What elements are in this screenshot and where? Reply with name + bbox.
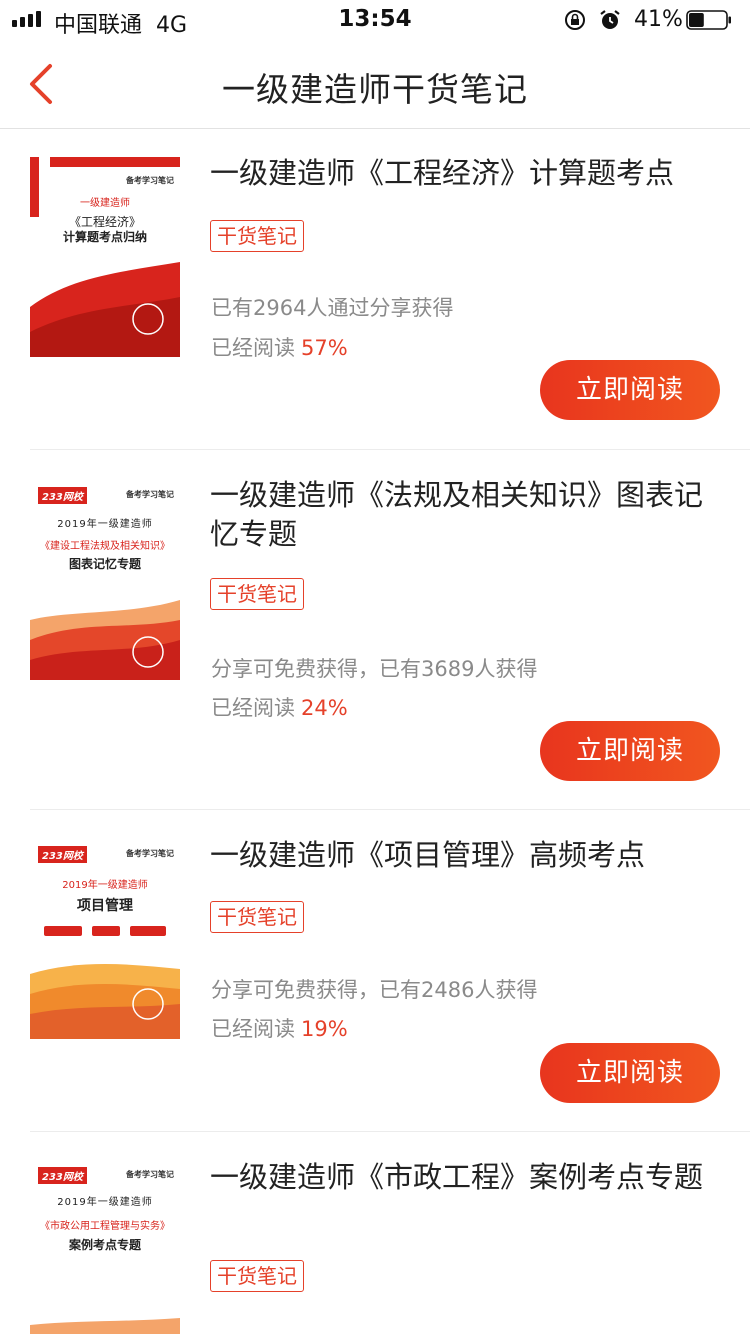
alarm-icon — [600, 10, 620, 29]
cover-brand: 233网校 — [38, 487, 87, 504]
read-now-button[interactable]: 立即阅读 — [540, 721, 720, 781]
cover-line2: 项目管理 — [77, 898, 133, 914]
read-percent: 57% — [301, 336, 348, 360]
share-info: 已有2964人通过分享获得 — [211, 296, 454, 320]
cover-image[interactable]: 233网校 备考学习笔记 2019年一级建造师 《市政公用工程管理与实务》 案例… — [30, 1160, 180, 1334]
cover-note: 备考学习笔记 — [126, 490, 174, 499]
read-label: 已经阅读 — [211, 336, 295, 360]
cover-line1: 一级建造师 — [80, 198, 130, 209]
cover-line2: 《工程经济》 — [68, 215, 141, 229]
read-now-button[interactable]: 立即阅读 — [540, 1043, 720, 1103]
item-title[interactable]: 一级建造师《市政工程》案例考点专题 — [210, 1158, 720, 1197]
item-title[interactable]: 一级建造师《法规及相关知识》图表记忆专题 — [210, 476, 720, 554]
item-tag: 干货笔记 — [210, 578, 304, 610]
read-percent: 19% — [301, 1017, 348, 1041]
cover-line2: 《市政公用工程管理与实务》 — [40, 1221, 170, 1232]
nav-bar: 一级建造师干货笔记 — [0, 40, 750, 129]
cover-image[interactable]: 233网校 备考学习笔记 2019年一级建造师 项目管理 — [30, 839, 180, 1039]
item-tag: 干货笔记 — [210, 901, 304, 933]
read-now-button[interactable]: 立即阅读 — [540, 360, 720, 420]
cover-brand: 233网校 — [38, 1167, 87, 1184]
cover-note: 备考学习笔记 — [126, 1170, 174, 1179]
read-progress: 已经阅读 57% — [211, 332, 348, 362]
list-item: 233网校 备考学习笔记 2019年一级建造师 项目管理 一级建造师《项目管理》… — [0, 810, 750, 1132]
share-info: 分享可免费获得，已有3689人获得 — [211, 657, 538, 681]
list-item: 备考学习笔记 一级建造师 《工程经济》 计算题考点归纳 一级建造师《工程经济》计… — [0, 129, 750, 450]
battery-percent: 41% — [634, 7, 683, 32]
read-progress: 已经阅读 19% — [211, 1013, 348, 1043]
cover-note: 备考学习笔记 — [126, 176, 174, 185]
cover-note: 备考学习笔记 — [126, 849, 174, 858]
read-label: 已经阅读 — [211, 696, 295, 720]
cover-artwork — [30, 480, 180, 680]
item-title[interactable]: 一级建造师《项目管理》高频考点 — [210, 836, 720, 875]
cover-image[interactable]: 233网校 备考学习笔记 2019年一级建造师 《建设工程法规及相关知识》 图表… — [30, 480, 180, 680]
cover-artwork — [30, 157, 180, 357]
cover-line1: 2019年一级建造师 — [57, 1197, 153, 1208]
page-title: 一级建造师干货笔记 — [222, 70, 528, 109]
battery-fill — [689, 13, 704, 27]
rotation-lock-icon — [565, 10, 585, 30]
cover-line2: 《建设工程法规及相关知识》 — [40, 541, 170, 552]
cover-artwork — [30, 839, 180, 1039]
cover-brand: 233网校 — [38, 846, 87, 863]
cover-line3: 计算题考点归纳 — [62, 230, 147, 244]
item-tag: 干货笔记 — [210, 220, 304, 252]
read-label: 已经阅读 — [211, 1017, 295, 1041]
cover-line1: 2019年一级建造师 — [57, 519, 153, 530]
item-tag: 干货笔记 — [210, 1260, 304, 1292]
status-bar: 中国联通 4G 13:54 41% — [0, 0, 750, 40]
cover-image[interactable]: 备考学习笔记 一级建造师 《工程经济》 计算题考点归纳 — [30, 157, 180, 357]
cover-line3: 图表记忆专题 — [68, 557, 141, 571]
battery-icon — [686, 10, 731, 30]
list-item: 233网校 备考学习笔记 2019年一级建造师 《市政公用工程管理与实务》 案例… — [0, 1132, 750, 1334]
cover-line1: 2019年一级建造师 — [62, 880, 148, 891]
share-info: 分享可免费获得，已有2486人获得 — [211, 978, 538, 1002]
read-percent: 24% — [301, 696, 348, 720]
item-title[interactable]: 一级建造师《工程经济》计算题考点 — [210, 154, 720, 193]
list-item: 233网校 备考学习笔记 2019年一级建造师 《建设工程法规及相关知识》 图表… — [0, 450, 750, 810]
read-progress: 已经阅读 24% — [211, 692, 348, 722]
cover-line3: 案例考点专题 — [68, 1238, 141, 1252]
